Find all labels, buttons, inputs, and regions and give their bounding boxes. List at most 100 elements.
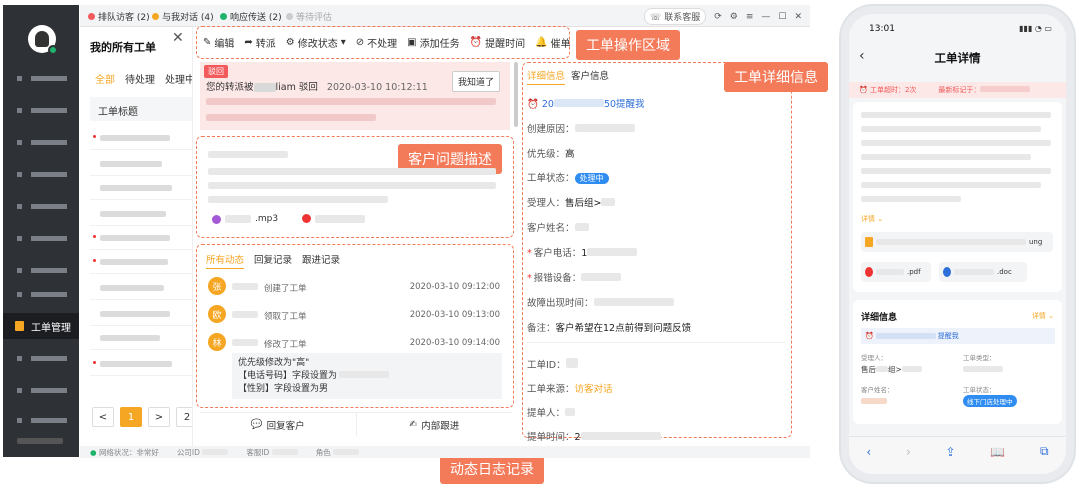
tab-label: 响应传送 (2) xyxy=(230,13,282,23)
next-page-button[interactable]: > xyxy=(148,407,170,427)
tabs-icon[interactable]: ⧉ xyxy=(1040,444,1049,459)
callout-toolbar: 工单操作区域 xyxy=(576,30,680,60)
reminder-suffix: 50提醒我 xyxy=(603,99,645,110)
tab-queue[interactable]: 排队访客 (2) xyxy=(88,10,150,23)
bookmarks-icon[interactable]: 📖 xyxy=(990,445,1005,459)
minimize-icon[interactable]: — xyxy=(761,12,770,22)
field-label: 工单状态： xyxy=(527,173,575,184)
sidebar-item[interactable] xyxy=(17,355,69,363)
sidebar-item[interactable] xyxy=(17,417,69,425)
prev-page-button[interactable]: < xyxy=(92,407,114,427)
phone-reminder[interactable]: ⏰ 提醒我 xyxy=(861,328,1055,344)
share-icon[interactable]: ⇪ xyxy=(946,445,956,459)
field-customer-name: 客户姓名： xyxy=(527,220,589,234)
reject-message: 您的转派被 liam 驳回 2020-03-10 10:12:11 xyxy=(206,79,428,93)
page-button[interactable]: 1 xyxy=(120,407,142,427)
tab-follow-records[interactable]: 跟进记录 xyxy=(302,252,340,269)
required-mark: * xyxy=(527,273,532,284)
table-row[interactable] xyxy=(90,185,200,200)
contact-service-button[interactable]: ☏ 联系客服 xyxy=(644,8,707,25)
button-label: 内部跟进 xyxy=(421,420,460,432)
sidebar-item-label: 工单管理 xyxy=(31,323,71,334)
table-row[interactable] xyxy=(90,311,200,326)
green-dot-icon: ● xyxy=(90,447,97,457)
table-row[interactable] xyxy=(90,335,200,350)
phone-pdf-attachment[interactable]: .pdf xyxy=(861,262,931,282)
field-label: 工单类型： xyxy=(963,354,996,362)
tab-evaluation[interactable]: 等待评估 xyxy=(286,10,332,23)
tab-all[interactable]: 全部 xyxy=(95,71,115,86)
sidebar-item[interactable] xyxy=(17,267,69,275)
sidebar-item[interactable] xyxy=(17,107,69,115)
log-action: 修改了工单 xyxy=(264,340,307,350)
reply-customer-button[interactable]: 💬 回复客户 xyxy=(200,413,356,436)
sidebar-item[interactable] xyxy=(17,139,69,147)
field-status: 工单状态： 处理中 xyxy=(527,170,609,184)
internal-follow-button[interactable]: ✍ 内部跟进 xyxy=(355,413,513,436)
scrollbar[interactable] xyxy=(514,62,518,127)
audio-file-icon xyxy=(212,214,221,224)
status-text: 网络状况：非常好 xyxy=(98,447,159,457)
tab-all-activity[interactable]: 所有动态 xyxy=(206,252,245,269)
acknowledge-button[interactable]: 我知道了 xyxy=(451,71,500,92)
table-row[interactable] xyxy=(90,211,200,226)
settings-icon[interactable]: ⚙ xyxy=(730,12,738,22)
network-status: ● 网络状况：非常好 xyxy=(90,447,159,458)
close-window-icon[interactable]: ✕ xyxy=(794,12,802,22)
company-id: 公司ID xyxy=(177,447,229,458)
tab-customer-info[interactable]: 客户信息 xyxy=(571,68,609,82)
phone-clock: 13:01 xyxy=(869,24,895,34)
browser-nav-bar: ‹ › ⇪ 📖 ⧉ xyxy=(849,436,1066,474)
tab-detail-info[interactable]: 详细信息 xyxy=(527,68,566,85)
user-name-redacted xyxy=(17,438,63,444)
reject-time: 2020-03-10 10:12:11 xyxy=(326,82,428,93)
audio-attachment[interactable]: .mp3 xyxy=(212,214,278,224)
table-row[interactable] xyxy=(90,361,200,376)
avatar[interactable] xyxy=(28,25,58,55)
sidebar-item[interactable] xyxy=(17,235,69,243)
tab-label: 等待评估 xyxy=(296,13,333,23)
tab-transfers[interactable]: 响应传送 (2) xyxy=(220,10,282,23)
table-row[interactable] xyxy=(90,259,200,274)
field-submitter: 提单人： xyxy=(527,405,576,419)
maximize-icon[interactable]: ☐ xyxy=(778,12,786,22)
contact-service-label: 联系客服 xyxy=(664,13,701,23)
field-label: 提单人： xyxy=(527,408,566,419)
log-entry: 林 修改了工单 2020-03-10 09:14:00 xyxy=(208,333,504,353)
section-more-link[interactable]: 详情 ⌄ xyxy=(1032,311,1054,321)
sidebar-item[interactable] xyxy=(17,203,69,211)
close-panel-icon[interactable]: ✕ xyxy=(172,30,184,46)
alarm-icon: ⏰ xyxy=(859,86,870,94)
menu-icon[interactable]: ≡ xyxy=(746,12,754,22)
field-ticket-id: 工单ID： xyxy=(527,357,578,371)
note-icon: ✍ xyxy=(409,419,418,430)
sidebar-item[interactable] xyxy=(17,75,69,83)
tab-pending[interactable]: 待处理 xyxy=(125,71,155,86)
tab-my-chats[interactable]: 与我对话 (4) xyxy=(152,10,214,23)
alert-count: 工单超时：2次 xyxy=(869,86,917,94)
file-attachment[interactable] xyxy=(302,214,365,223)
sidebar-item[interactable] xyxy=(17,291,69,299)
table-row[interactable] xyxy=(90,161,200,176)
table-row[interactable] xyxy=(90,235,200,250)
headset-icon: ☏ xyxy=(650,13,662,23)
table-row[interactable] xyxy=(90,285,200,300)
table-row[interactable] xyxy=(90,135,200,150)
field-value: 客户希望在12点前得到问题反馈 xyxy=(555,323,692,334)
log-action: 领取了工单 xyxy=(264,312,307,322)
field-label: 报错设备： xyxy=(533,273,582,284)
refresh-icon[interactable]: ⟳ xyxy=(714,12,722,22)
sidebar-item[interactable] xyxy=(17,387,69,395)
alarm-clock-icon: ⏰ xyxy=(527,99,542,110)
reminder-link[interactable]: ⏰ 20 50提醒我 xyxy=(527,96,645,110)
tab-reply-records[interactable]: 回复记录 xyxy=(254,252,292,269)
phone-file-attachment[interactable]: ung xyxy=(861,232,1053,252)
forward-icon[interactable]: › xyxy=(906,445,911,459)
back-icon[interactable]: ‹ xyxy=(866,445,871,459)
signal-battery-icon: ▮▮▮ ◔ ▭ xyxy=(1019,24,1052,33)
more-link[interactable]: 详情 ⌄ xyxy=(861,214,883,224)
sidebar-item-ticket-management[interactable]: 工单管理 xyxy=(3,313,79,339)
sidebar-item[interactable] xyxy=(17,171,69,179)
phone-doc-attachment[interactable]: .doc xyxy=(939,262,1027,282)
tab-processing[interactable]: 处理中 xyxy=(165,71,195,86)
